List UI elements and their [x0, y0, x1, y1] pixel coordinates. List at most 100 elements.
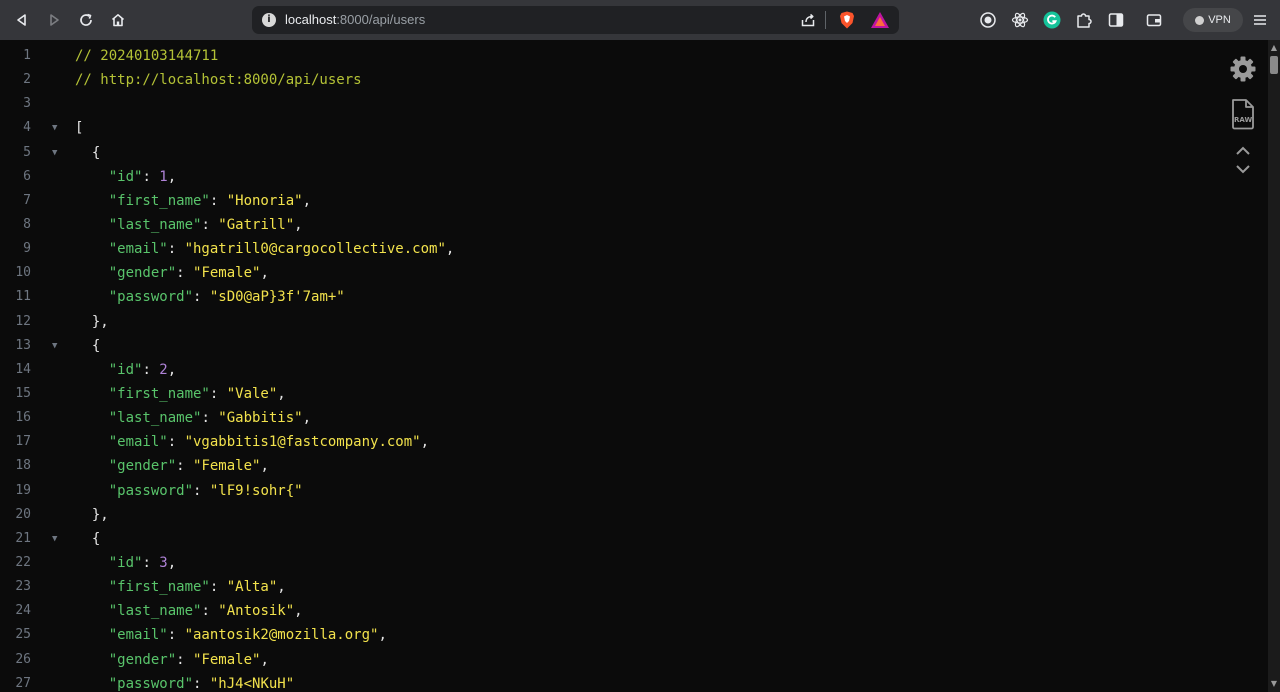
- collapse-all-button[interactable]: [1233, 143, 1253, 157]
- json-viewer: 1 // 20240103144711 2 // http://localhost:8…: [0, 40, 1268, 692]
- fold-toggle-icon[interactable]: ▼: [52, 141, 57, 165]
- line-content: "email": "aantosik2@mozilla.org",: [75, 623, 387, 647]
- sidebar-toggle-button[interactable]: [1102, 6, 1130, 34]
- vpn-status-icon: [1195, 15, 1205, 25]
- json-punct: {: [75, 337, 101, 354]
- json-punct: [: [75, 120, 84, 137]
- json-punct: {: [75, 144, 101, 161]
- viewer-settings-button[interactable]: [1227, 55, 1259, 87]
- json-key: "id": [75, 168, 143, 185]
- line-number: 24: [15, 603, 31, 619]
- json-str: "Female": [193, 458, 261, 475]
- json-punct: :: [167, 241, 185, 258]
- chevron-down-icon: [1235, 159, 1251, 178]
- json-str: "Antosik": [218, 603, 295, 620]
- forward-arrow-icon: [46, 12, 62, 28]
- line-content: "id": 3,: [75, 551, 176, 575]
- line-number: 12: [15, 313, 31, 329]
- json-punct: ,: [260, 265, 269, 282]
- line-content: "first_name": "Alta",: [75, 575, 286, 599]
- address-bar[interactable]: i localhost:8000/api/users: [252, 6, 899, 34]
- extensions-button[interactable]: [1070, 6, 1098, 34]
- code-line: 9 "email": "hgatrill0@cargocollective.co…: [0, 237, 1220, 261]
- url-text: localhost:8000/api/users: [285, 11, 425, 29]
- browser-toolbar: i localhost:8000/api/users VPN: [0, 0, 1280, 40]
- raw-label: RAW: [1234, 116, 1253, 124]
- json-str: "lF9!sohr{": [209, 482, 303, 499]
- gear-icon: [1229, 55, 1257, 87]
- share-icon[interactable]: [800, 12, 816, 32]
- line-number: 27: [15, 675, 31, 691]
- home-button[interactable]: [104, 6, 132, 34]
- raw-view-button[interactable]: RAW: [1227, 98, 1259, 134]
- code-line: 15 "first_name": "Vale",: [0, 382, 1220, 406]
- hamburger-menu-icon: [1252, 12, 1268, 28]
- code-line: 17 "email": "vgabbitis1@fastcompany.com"…: [0, 430, 1220, 454]
- line-content: "first_name": "Vale",: [75, 382, 286, 406]
- json-punct: :: [142, 361, 160, 378]
- grammarly-button[interactable]: [1038, 6, 1066, 34]
- scroll-up-icon[interactable]: ▲: [1268, 42, 1280, 54]
- json-num: 1: [159, 168, 168, 185]
- vpn-button[interactable]: VPN: [1183, 8, 1243, 32]
- scrollbar-thumb[interactable]: [1270, 56, 1278, 74]
- json-str: "Alta": [226, 579, 278, 596]
- site-info-icon[interactable]: i: [262, 13, 276, 27]
- code-line: 18 "gender": "Female",: [0, 454, 1220, 478]
- line-number: 10: [15, 265, 31, 281]
- url-divider: [825, 11, 826, 29]
- target-extension-icon: [979, 11, 997, 29]
- line-number: 25: [15, 627, 31, 643]
- json-key: "password": [75, 482, 194, 499]
- json-punct: ,: [445, 241, 455, 258]
- line-number: 8: [23, 216, 31, 232]
- main-menu-button[interactable]: [1246, 6, 1274, 34]
- fold-toggle-icon[interactable]: ▼: [52, 116, 57, 140]
- brave-rewards-icon[interactable]: [870, 11, 890, 33]
- vertical-scrollbar[interactable]: ▲ ▼: [1268, 40, 1280, 692]
- sidebar-toggle-icon: [1108, 12, 1124, 28]
- brave-shield-icon[interactable]: [837, 10, 857, 34]
- back-arrow-icon: [14, 12, 30, 28]
- expand-all-button[interactable]: [1233, 161, 1253, 175]
- back-button[interactable]: [8, 6, 36, 34]
- line-content: // http://localhost:8000/api/users: [75, 68, 362, 92]
- line-content: },: [75, 503, 109, 527]
- code-line: 22 "id": 3,: [0, 551, 1220, 575]
- line-content: "last_name": "Gatrill",: [75, 213, 303, 237]
- json-str: "Gatrill": [218, 216, 295, 233]
- line-content: "id": 2,: [75, 358, 176, 382]
- line-number: 1: [23, 48, 31, 63]
- json-key: "first_name": [75, 192, 210, 209]
- code-line: 24 "last_name": "Antosik",: [0, 599, 1220, 623]
- vpn-label: VPN: [1208, 14, 1231, 26]
- line-content: "email": "vgabbitis1@fastcompany.com",: [75, 430, 429, 454]
- json-punct: ,: [420, 434, 430, 451]
- json-key: "id": [75, 361, 143, 378]
- line-content: {: [75, 334, 100, 358]
- code-line: 23 "first_name": "Alta",: [0, 575, 1220, 599]
- react-devtools-button[interactable]: [1006, 6, 1034, 34]
- reload-button[interactable]: [72, 6, 100, 34]
- wallet-icon: [1146, 12, 1162, 28]
- code-line: 21 ▼ {: [0, 527, 1220, 551]
- scroll-down-icon[interactable]: ▼: [1268, 678, 1280, 690]
- json-str: "Vale": [226, 385, 278, 402]
- code-line: 19 "password": "lF9!sohr{": [0, 479, 1220, 503]
- json-punct: ,: [167, 361, 177, 378]
- forward-button[interactable]: [40, 6, 68, 34]
- wallet-button[interactable]: [1140, 6, 1168, 34]
- fold-toggle-icon[interactable]: ▼: [52, 527, 57, 551]
- json-punct: :: [201, 216, 219, 233]
- json-punct: :: [201, 603, 219, 620]
- code-line: 5 ▼ {: [0, 141, 1220, 165]
- chevron-up-icon: [1235, 141, 1251, 160]
- json-punct: {: [75, 530, 101, 547]
- line-content: "gender": "Female",: [75, 454, 269, 478]
- json-punct: :: [167, 627, 185, 644]
- code-line: 2 // http://localhost:8000/api/users: [0, 68, 1220, 92]
- line-content: [: [75, 116, 83, 140]
- line-content: {: [75, 527, 100, 551]
- fold-toggle-icon[interactable]: ▼: [52, 334, 57, 358]
- target-extension-button[interactable]: [974, 6, 1002, 34]
